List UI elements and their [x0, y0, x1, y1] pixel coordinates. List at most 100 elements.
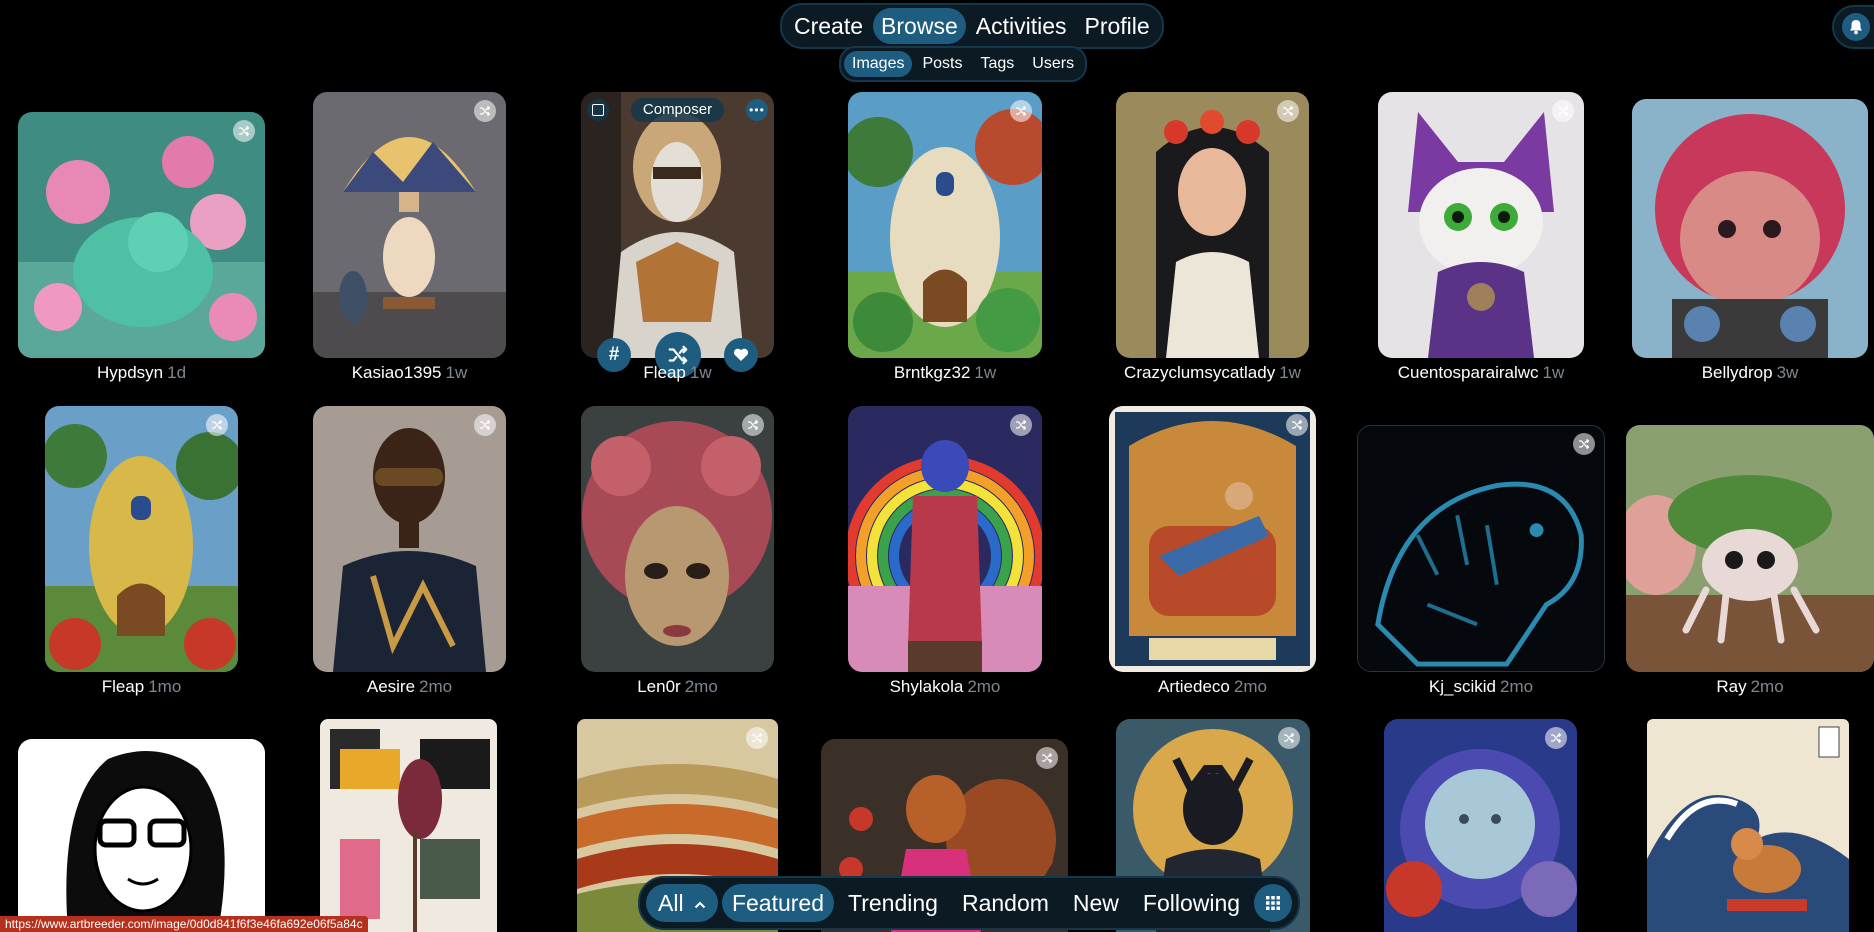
image-card[interactable] — [18, 739, 265, 932]
shuffle-icon — [1041, 752, 1053, 764]
card-user[interactable]: Kasiao1395 — [352, 363, 442, 382]
remix-badge[interactable] — [1286, 414, 1308, 436]
more-options-button[interactable]: ••• — [745, 99, 768, 121]
feed-filter-bar: All Featured Trending Random New Followi… — [638, 876, 1301, 930]
subtab-posts[interactable]: Posts — [914, 51, 970, 77]
card-user[interactable]: Fleap — [643, 363, 686, 382]
subtab-images[interactable]: Images — [844, 51, 913, 77]
layout-toggle-button[interactable] — [1254, 884, 1293, 922]
heart-icon — [733, 348, 749, 361]
remix-badge[interactable] — [1036, 747, 1058, 769]
image-thumbnail[interactable] — [18, 739, 265, 932]
image-thumbnail[interactable] — [1384, 719, 1577, 932]
image-thumbnail[interactable] — [45, 406, 238, 672]
tab-profile[interactable]: Profile — [1077, 8, 1158, 44]
card-user[interactable]: Crazyclumsycatlady — [1124, 363, 1275, 382]
image-card[interactable]: Hypdsyn 1d — [18, 112, 265, 384]
shuffle-icon — [211, 419, 223, 431]
card-user[interactable]: Brntkgz32 — [894, 363, 971, 382]
browse-subnav: Images Posts Tags Users — [839, 46, 1088, 82]
remix-badge[interactable] — [746, 727, 768, 749]
card-caption: Crazyclumsycatlady 1w — [1116, 363, 1309, 383]
image-card[interactable]: Ray 2mo — [1626, 425, 1874, 698]
card-user[interactable]: Aesire — [367, 677, 415, 696]
shuffle-icon — [1550, 732, 1562, 744]
tab-activities[interactable]: Activities — [968, 8, 1075, 44]
filter-featured[interactable]: Featured — [721, 884, 835, 922]
card-user[interactable]: Kj_scikid — [1429, 677, 1496, 696]
remix-badge[interactable] — [1573, 433, 1595, 455]
image-thumbnail[interactable] — [1357, 425, 1605, 672]
filter-following[interactable]: Following — [1133, 884, 1250, 922]
remix-badge[interactable] — [1552, 100, 1574, 122]
card-age: 1mo — [148, 677, 182, 696]
image-card[interactable]: Cuentosparairalwc 1w — [1378, 92, 1584, 384]
image-card[interactable]: Len0r 2mo — [581, 406, 774, 698]
card-user[interactable]: Fleap — [102, 677, 145, 696]
image-thumbnail[interactable] — [1647, 719, 1849, 932]
image-card[interactable] — [1384, 719, 1577, 932]
image-thumbnail[interactable] — [313, 406, 506, 672]
image-card[interactable]: Crazyclumsycatlady 1w — [1116, 92, 1309, 384]
remix-badge[interactable] — [474, 414, 496, 436]
image-card[interactable] — [320, 719, 497, 932]
remix-badge[interactable] — [742, 414, 764, 436]
remix-badge[interactable] — [1010, 100, 1032, 122]
image-thumbnail[interactable] — [848, 406, 1042, 672]
image-thumbnail[interactable] — [1626, 425, 1874, 672]
main-nav: Create Browse Activities Profile — [780, 3, 1164, 49]
filter-random[interactable]: Random — [952, 884, 1059, 922]
subtab-users[interactable]: Users — [1024, 51, 1082, 77]
scope-dropdown[interactable]: All — [646, 884, 718, 922]
filter-trending[interactable]: Trending — [838, 884, 948, 922]
subtab-tags[interactable]: Tags — [972, 51, 1022, 77]
remix-badge[interactable] — [474, 100, 496, 122]
image-thumbnail[interactable] — [18, 112, 265, 358]
card-user[interactable]: Hypdsyn — [97, 363, 163, 382]
card-age: 1w — [1542, 363, 1565, 382]
image-card[interactable]: Kasiao1395 1w — [313, 92, 506, 384]
remix-badge[interactable] — [1277, 100, 1299, 122]
remix-badge[interactable] — [206, 414, 228, 436]
card-user[interactable]: Bellydrop — [1702, 363, 1773, 382]
card-user[interactable]: Len0r — [637, 677, 680, 696]
shuffle-icon — [751, 732, 763, 744]
remix-badge[interactable] — [233, 120, 255, 142]
remix-badge[interactable] — [1010, 414, 1032, 436]
card-age: 2mo — [967, 677, 1001, 696]
card-user[interactable]: Shylakola — [890, 677, 964, 696]
image-card[interactable]: Bellydrop 3w — [1632, 99, 1868, 384]
image-thumbnail[interactable] — [581, 92, 774, 358]
image-thumbnail[interactable] — [1378, 92, 1584, 358]
image-thumbnail[interactable] — [1632, 99, 1868, 358]
card-caption: Bellydrop 3w — [1632, 363, 1868, 383]
composer-label[interactable]: Composer — [630, 98, 725, 122]
image-card[interactable]: Aesire 2mo — [313, 406, 506, 698]
tab-create[interactable]: Create — [786, 8, 871, 44]
shuffle-icon — [747, 419, 759, 431]
image-thumbnail[interactable] — [848, 92, 1042, 358]
image-card[interactable]: Artiedeco 2mo — [1109, 406, 1316, 698]
tab-browse[interactable]: Browse — [873, 8, 966, 44]
image-thumbnail[interactable] — [1116, 92, 1309, 358]
image-thumbnail[interactable] — [581, 406, 774, 672]
image-card[interactable] — [1647, 719, 1849, 932]
image-thumbnail[interactable] — [313, 92, 506, 358]
select-checkbox[interactable] — [587, 99, 609, 121]
notifications-button[interactable] — [1842, 13, 1870, 41]
filter-new[interactable]: New — [1063, 884, 1129, 922]
card-user[interactable]: Artiedeco — [1158, 677, 1230, 696]
card-age: 3w — [1776, 363, 1799, 382]
image-thumbnail[interactable] — [1109, 406, 1316, 672]
image-card-hovered[interactable]: Composer ••• # Fleap 1w — [581, 92, 774, 384]
image-card[interactable]: Kj_scikid 2mo — [1357, 425, 1605, 698]
remix-badge[interactable] — [1545, 727, 1567, 749]
image-card[interactable]: Fleap 1mo — [45, 406, 238, 698]
card-age: 2mo — [1233, 677, 1267, 696]
image-card[interactable]: Shylakola 2mo — [848, 406, 1042, 698]
remix-badge[interactable] — [1278, 727, 1300, 749]
image-card[interactable]: Brntkgz32 1w — [848, 92, 1042, 384]
image-thumbnail[interactable] — [320, 719, 497, 932]
card-user[interactable]: Ray — [1716, 677, 1746, 696]
card-user[interactable]: Cuentosparairalwc — [1398, 363, 1539, 382]
